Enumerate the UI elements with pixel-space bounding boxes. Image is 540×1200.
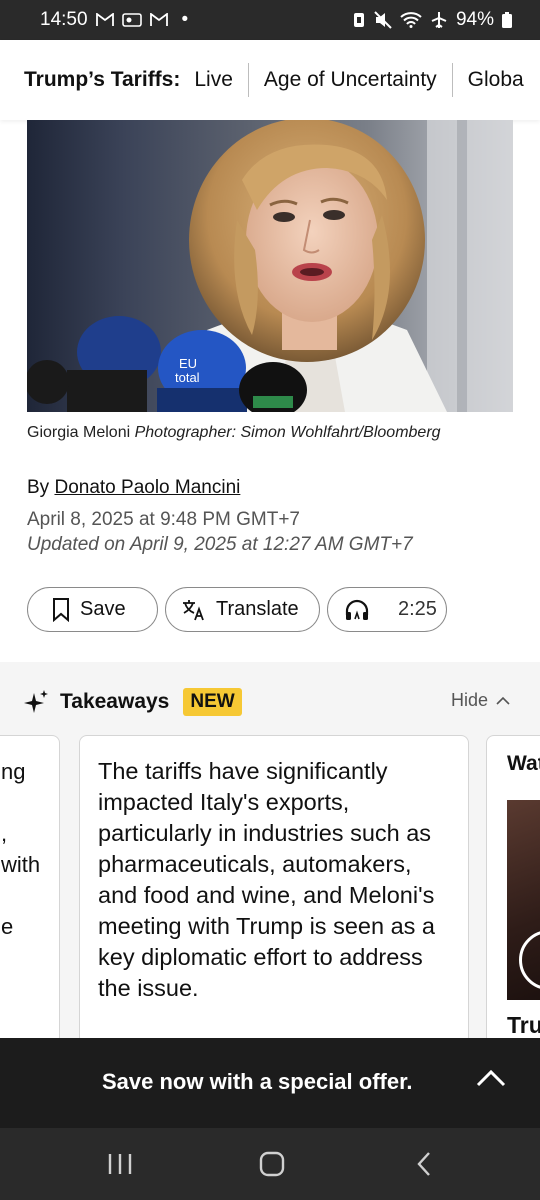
mute-icon (374, 11, 392, 29)
takeaway-text: The tariffs have significantly impacted … (98, 758, 435, 1001)
mic-label-eu: EU (179, 356, 197, 371)
wifi-icon (400, 12, 422, 28)
card-fragment: with (1, 852, 41, 877)
next-card-title: Wat (507, 752, 540, 775)
photo-caption: Giorgia Meloni Photographer: Simon Wohlf… (27, 424, 527, 442)
new-badge: NEW (183, 688, 242, 716)
tab-age-of-uncertainty[interactable]: Age of Uncertainty (247, 63, 452, 97)
save-label: Save (80, 598, 126, 620)
takeaways-title: Takeaways (60, 690, 170, 713)
battery-level: 94% (455, 9, 494, 30)
translate-button[interactable]: Translate (165, 587, 320, 632)
caption-credit: Photographer: Simon Wohlfahrt/Bloomberg (134, 424, 441, 441)
hide-label: Hide (450, 690, 488, 710)
chevron-up-icon[interactable] (475, 1068, 507, 1088)
takeaway-card-previous[interactable]: ng , with e (0, 735, 60, 1045)
topic-label: Trump’s Tariffs: (24, 68, 181, 91)
takeaway-card-current[interactable]: The tariffs have significantly impacted … (79, 735, 469, 1045)
back-button[interactable] (404, 1146, 444, 1182)
article-photo: EU total (27, 120, 513, 412)
system-nav-bar (0, 1128, 540, 1200)
recent-apps-button[interactable] (100, 1146, 140, 1182)
tab-live[interactable]: Live (194, 63, 248, 97)
headphones-icon (345, 599, 369, 620)
status-bar: 14:50 • 94% (0, 0, 540, 40)
listen-button[interactable]: 2:25 (327, 587, 447, 632)
offer-text: Save now with a special offer. (102, 1069, 413, 1094)
mic-label-total: total (175, 370, 200, 385)
publish-date: April 8, 2025 at 9:48 PM GMT+7 (27, 509, 300, 530)
gmail-icon (149, 13, 168, 27)
bookmark-icon (53, 597, 69, 622)
byline-prefix: By (27, 477, 50, 498)
vibrate-icon (352, 12, 366, 28)
caption-subject: Giorgia Meloni (27, 424, 131, 441)
home-icon (259, 1151, 285, 1177)
translate-label: Translate (216, 598, 299, 620)
card-fragment: e (1, 914, 14, 939)
vpn-card-icon (121, 13, 142, 27)
topic-tab-strip: Trump’s Tariffs: Live Age of Uncertainty… (0, 40, 540, 120)
back-icon (417, 1152, 430, 1176)
tab-global[interactable]: Globa (451, 63, 539, 97)
takeaways-header: Takeaways NEW (24, 684, 242, 720)
chevron-up-icon (496, 696, 510, 705)
hide-takeaways-button[interactable]: Hide (451, 690, 510, 711)
author-link[interactable]: Donato Paolo Mancini (54, 477, 240, 498)
gmail-icon (95, 13, 114, 27)
takeaway-card-next[interactable]: Wat Tru (486, 735, 540, 1045)
save-button[interactable]: Save (27, 587, 158, 632)
battery-icon (502, 12, 512, 28)
updated-date: Updated on April 9, 2025 at 12:27 AM GMT… (27, 534, 413, 555)
airplane-icon (430, 11, 448, 29)
clock: 14:50 (40, 9, 88, 30)
home-button[interactable] (252, 1146, 292, 1182)
next-card-headline: Tru (507, 1012, 540, 1038)
translate-icon (183, 599, 204, 620)
sparkle-icon (24, 690, 48, 713)
listen-duration: 2:25 (398, 598, 437, 620)
notification-dot: • (181, 9, 189, 30)
card-fragment: , (1, 821, 8, 846)
special-offer-banner[interactable]: Save now with a special offer. (0, 1038, 540, 1128)
card-fragment: ng (1, 759, 26, 784)
byline: By Donato Paolo Mancini (27, 477, 240, 499)
recents-icon (108, 1154, 132, 1174)
